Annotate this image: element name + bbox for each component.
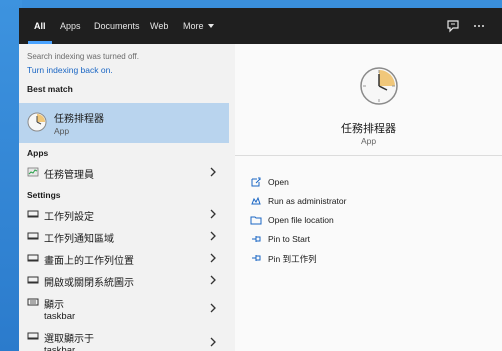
tab-more[interactable]: More (183, 8, 214, 44)
task-scheduler-icon (27, 112, 47, 132)
open-icon (251, 177, 261, 187)
task-scheduler-icon (360, 67, 398, 105)
best-match-subtitle: App (54, 126, 70, 136)
list-item[interactable]: 顯示 taskbar (19, 291, 229, 325)
chevron-right-icon[interactable] (209, 275, 217, 285)
keyboard-icon (27, 298, 39, 306)
chevron-right-icon[interactable] (209, 337, 217, 347)
taskbar-settings-icon (27, 276, 39, 284)
list-item[interactable]: 任務管理員 (19, 161, 229, 183)
section-best-match: Best match (27, 84, 73, 94)
list-item[interactable]: 開啟或關閉系統圖示 (19, 269, 229, 291)
taskbar-settings-icon (27, 254, 39, 262)
tab-web[interactable]: Web (150, 8, 168, 44)
taskbar-settings-icon (27, 232, 39, 240)
chevron-right-icon[interactable] (209, 167, 217, 177)
feedback-icon[interactable] (445, 18, 461, 34)
tab-all[interactable]: All (28, 8, 51, 44)
divider (235, 155, 502, 156)
chevron-down-icon (207, 24, 214, 28)
admin-icon (251, 196, 261, 205)
list-item[interactable]: 工作列通知區域 (19, 225, 229, 247)
chevron-right-icon[interactable] (209, 231, 217, 241)
search-tab-bar: All Apps Documents Web More (19, 8, 502, 44)
best-match-title: 任務排程器 (54, 114, 104, 125)
list-item[interactable]: 畫面上的工作列位置 (19, 247, 229, 269)
detail-title: 任務排程器 (341, 123, 396, 135)
taskbar-settings-icon (27, 332, 39, 340)
list-item[interactable]: 選取顯示于 taskbar (19, 325, 229, 351)
task-manager-icon (27, 167, 39, 177)
folder-icon (250, 216, 262, 225)
results-list: Search indexing was turned off. Turn ind… (19, 44, 231, 351)
detail-kind: App (360, 136, 377, 146)
chevron-right-icon[interactable] (209, 303, 217, 313)
search-panel: All Apps Documents Web More Search index… (19, 8, 502, 351)
taskbar-settings-icon (27, 210, 39, 218)
turn-indexing-on-link[interactable]: Turn indexing back on. (27, 65, 113, 75)
pin-icon (252, 236, 261, 242)
tab-documents[interactable]: Documents (94, 8, 140, 44)
section-settings: Settings (27, 190, 61, 200)
tab-apps[interactable]: Apps (60, 8, 81, 44)
detail-pane: 任務排程器 App Open Run as administrator Open… (235, 44, 502, 351)
chevron-right-icon[interactable] (209, 209, 217, 219)
pin-icon (252, 255, 261, 261)
indexing-notice: Search indexing was turned off. (27, 52, 139, 61)
list-item[interactable]: 工作列設定 (19, 203, 229, 225)
more-options-icon[interactable] (471, 18, 487, 34)
section-apps: Apps (27, 148, 49, 158)
best-match-item[interactable]: 任務排程器 App (19, 103, 229, 143)
chevron-right-icon[interactable] (209, 253, 217, 263)
